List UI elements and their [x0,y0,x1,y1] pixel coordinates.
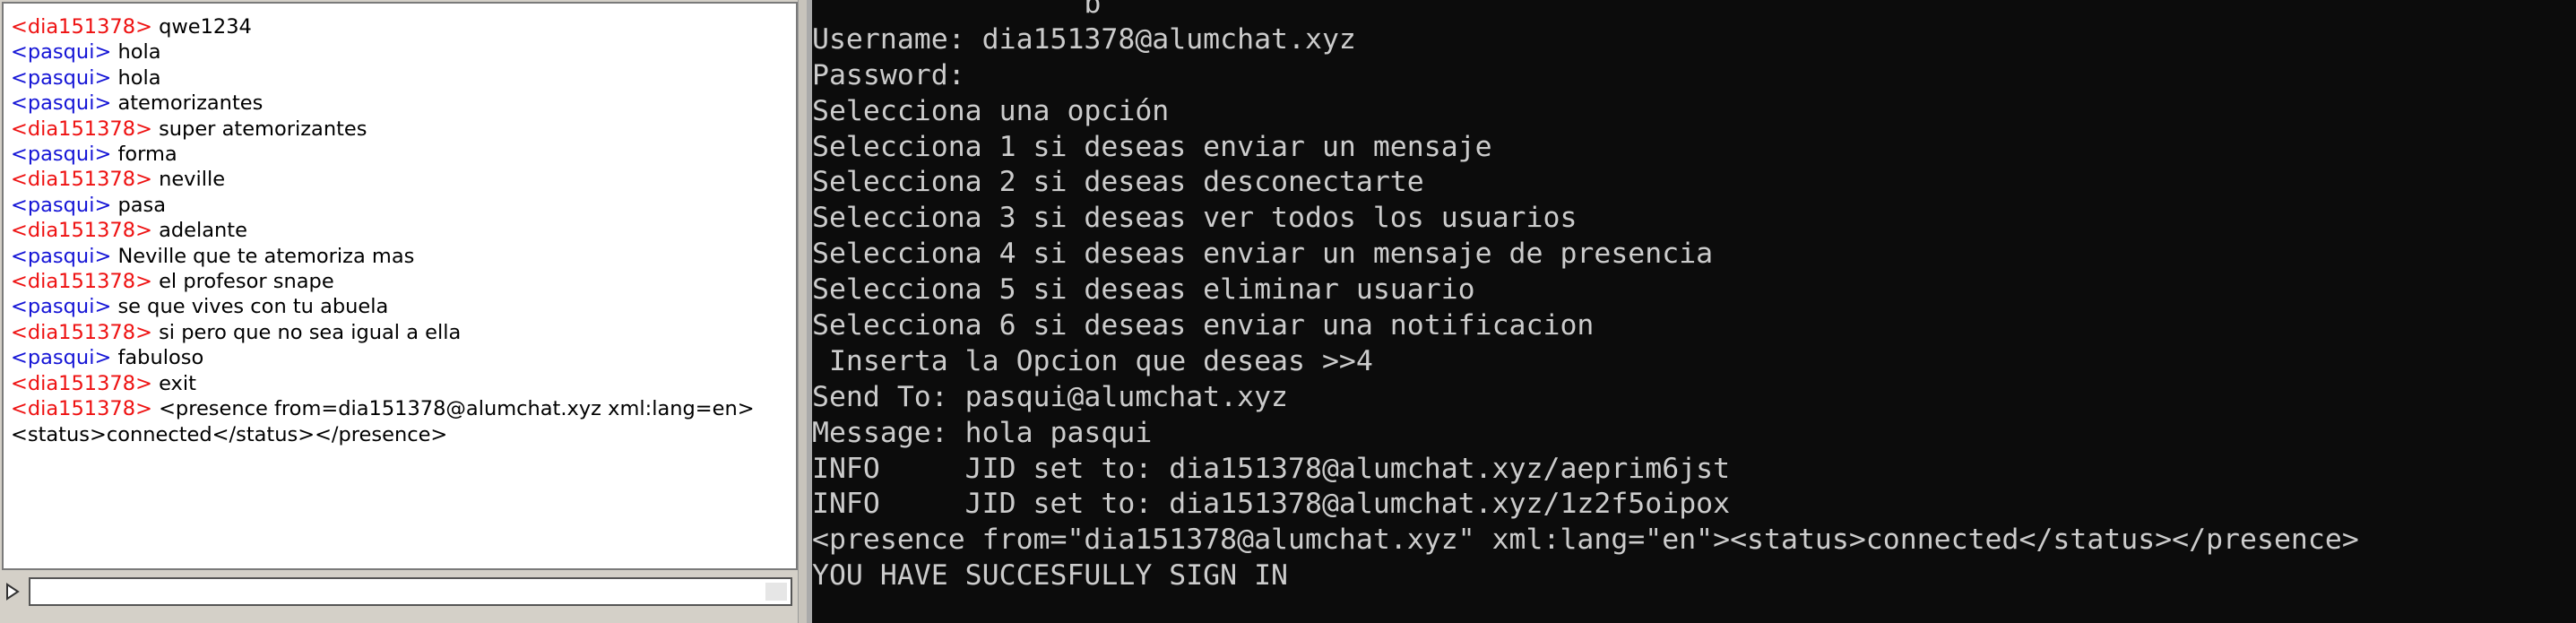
chat-nick: <pasqui> [11,143,112,167]
chat-text: hola [111,65,161,90]
chat-message: <dia151378> neville [11,167,796,192]
chat-input-bar [0,574,807,610]
terminal-line: Message: hola pasqui [812,416,1153,449]
chat-nick: <dia151378> [11,15,152,39]
chat-message: <pasqui> Neville que te atemoriza mas [11,244,796,269]
terminal-line: <presence from="dia151378@alumchat.xyz" … [812,523,2359,557]
terminal-line: Send To: pasqui@alumchat.xyz [812,380,1289,413]
terminal-line: Selecciona una opción [812,94,1170,127]
chat-nick: <pasqui> [11,193,112,217]
terminal-line: INFO JID set to: dia151378@alumchat.xyz/… [812,452,1731,485]
terminal-output: b Username: dia151378@alumchat.xyz Passwor… [812,0,2359,594]
chat-nick: <dia151378> [11,219,152,243]
chat-message: <pasqui> atemorizantes [11,91,796,116]
chat-text: qwe1234 [151,15,252,39]
chat-text: fabuloso [111,346,204,370]
chat-message: <dia151378> <presence from=dia151378@alu… [11,396,796,447]
terminal-line: Selecciona 5 si deseas eliminar usuario [812,273,1475,307]
chat-text: hola [111,40,161,65]
window-divider[interactable] [798,0,807,623]
chat-nick: <pasqui> [11,346,112,370]
chat-text: forma [111,143,177,167]
chat-nick: <dia151378> [11,168,152,192]
terminal-line: Password: [812,58,965,91]
chat-message: <dia151378> si pero que no sea igual a e… [11,320,796,345]
chat-text: neville [151,168,226,192]
terminal-line: Selecciona 2 si deseas desconectarte [812,166,1424,199]
chat-text: exit [151,371,196,395]
chat-nick: <dia151378> [11,270,152,294]
chat-nick: <pasqui> [11,91,112,116]
terminal-line: Selecciona 6 si deseas enviar una notifi… [812,309,1595,342]
terminal-line: YOU HAVE SUCCESFULLY SIGN IN [812,559,1289,593]
chat-nick: <dia151378> [11,371,152,395]
terminal-line: Inserta la Opcion que deseas >>4 [812,344,1373,377]
chat-text: Neville que te atemoriza mas [111,244,415,268]
chat-message: <dia151378> exit [11,371,796,396]
chat-text: si pero que no sea igual a ella [151,320,462,344]
chat-message: <pasqui> hola [11,39,796,65]
terminal-line: Selecciona 4 si deseas enviar un mensaje… [812,238,1714,271]
chat-nick: <pasqui> [11,40,112,65]
chat-nick: <pasqui> [11,295,112,319]
chat-message: <pasqui> hola [11,65,796,91]
input-scroll-button[interactable] [765,583,787,601]
chat-text: pasa [111,193,167,217]
chat-nick: <pasqui> [11,244,112,268]
chat-message: <dia151378> el profesor snape [11,269,796,294]
chat-message: <pasqui> se que vives con tu abuela [11,294,796,319]
message-input[interactable] [29,577,792,606]
terminal-line: b [812,0,1102,20]
chat-message: <dia151378> super atemorizantes [11,117,796,142]
chat-nick: <dia151378> [11,117,152,141]
chat-message: <dia151378> qwe1234 [11,14,796,39]
chat-log[interactable]: <dia151378> qwe1234 <pasqui> hola <pasqui>… [2,2,798,570]
terminal-line: Username: dia151378@alumchat.xyz [812,22,1356,56]
chat-text: el profesor snape [151,270,334,294]
chat-text: se que vives con tu abuela [111,295,389,319]
chat-message: <pasqui> forma [11,142,796,167]
chat-message: <pasqui> fabuloso [11,345,796,370]
terminal-line: Selecciona 3 si deseas ver todos los usu… [812,202,1578,235]
chat-message: <dia151378> adelante [11,218,796,243]
send-arrow-icon[interactable] [4,583,21,601]
terminal-line: INFO JID set to: dia151378@alumchat.xyz/… [812,488,1731,521]
chat-nick: <dia151378> [11,397,152,421]
chat-nick: <dia151378> [11,320,152,344]
chat-text: atemorizantes [111,91,264,116]
chat-text: adelante [151,219,247,243]
chat-text: super atemorizantes [151,117,367,141]
terminal-window[interactable]: b Username: dia151378@alumchat.xyz Passwor… [807,0,2576,623]
chat-client-window: <dia151378> qwe1234 <pasqui> hola <pasqui>… [0,0,807,623]
chat-nick: <pasqui> [11,65,112,90]
chat-message: <pasqui> pasa [11,193,796,218]
terminal-line: Selecciona 1 si deseas enviar un mensaje [812,130,1492,163]
